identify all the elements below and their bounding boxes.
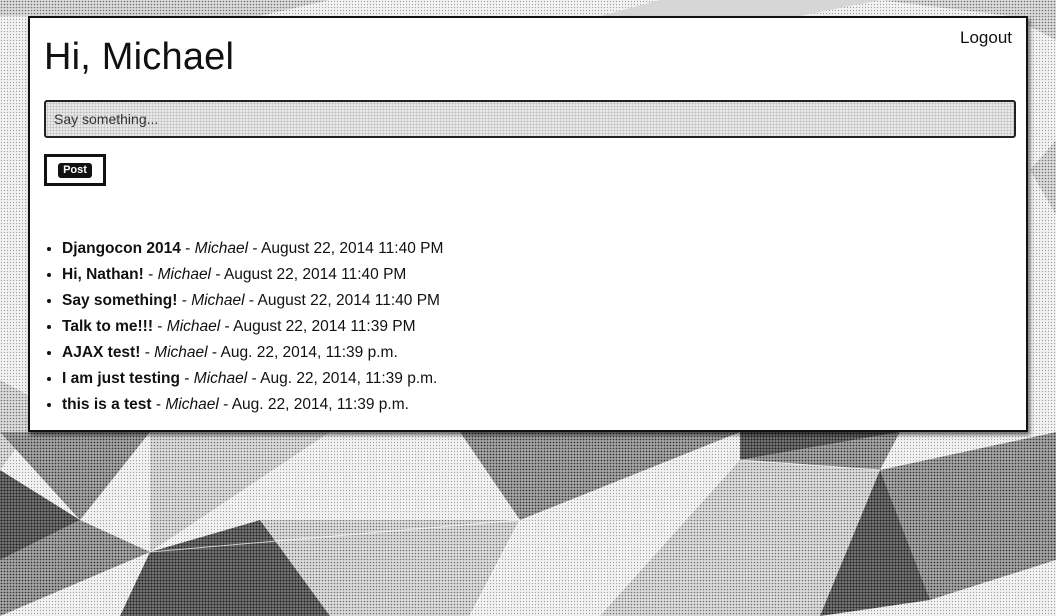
post-title: Say something! <box>62 292 178 309</box>
separator: - <box>218 396 232 413</box>
list-item: Djangocon 2014 - Michael - August 22, 20… <box>62 236 443 262</box>
separator: - <box>177 292 192 309</box>
separator: - <box>180 240 195 257</box>
page-title: Hi, Michael <box>44 36 235 78</box>
separator: - <box>247 370 261 387</box>
post-button[interactable]: Post <box>44 154 106 186</box>
post-timestamp: Aug. 22, 2014, 11:39 p.m. <box>231 396 409 413</box>
list-item: AJAX test! - Michael - Aug. 22, 2014, 11… <box>62 340 443 366</box>
separator: - <box>140 344 155 361</box>
list-item: this is a test - Michael - Aug. 22, 2014… <box>62 392 443 418</box>
separator: - <box>143 266 158 283</box>
post-title: Hi, Nathan! <box>62 266 144 283</box>
post-author: Michael <box>194 240 249 257</box>
post-author: Michael <box>166 318 221 335</box>
post-title: Djangocon 2014 <box>62 240 181 257</box>
list-item: Say something! - Michael - August 22, 20… <box>62 288 443 314</box>
post-title: I am just testing <box>62 370 180 387</box>
post-author: Michael <box>193 370 248 387</box>
separator: - <box>151 396 166 413</box>
separator: - <box>180 370 194 387</box>
post-title: this is a test <box>62 396 152 413</box>
post-timestamp: August 22, 2014 11:40 PM <box>261 240 444 257</box>
main-card: Logout Hi, Michael Post Djangocon 2014 -… <box>28 16 1028 432</box>
post-timestamp: Aug. 22, 2014, 11:39 p.m. <box>220 344 398 361</box>
post-timestamp: Aug. 22, 2014, 11:39 p.m. <box>260 370 438 387</box>
post-author: Michael <box>154 344 208 361</box>
list-item: Talk to me!!! - Michael - August 22, 201… <box>62 314 443 340</box>
list-item: I am just testing - Michael - Aug. 22, 2… <box>62 366 443 392</box>
post-author: Michael <box>191 292 245 309</box>
post-timestamp: August 22, 2014 11:40 PM <box>223 266 407 283</box>
separator: - <box>207 344 221 361</box>
post-list: Djangocon 2014 - Michael - August 22, 20… <box>44 236 443 418</box>
logout-link[interactable]: Logout <box>960 28 1012 48</box>
list-item: Hi, Nathan! - Michael - August 22, 2014 … <box>62 262 443 288</box>
separator: - <box>220 318 234 335</box>
separator: - <box>153 318 167 335</box>
post-title: Talk to me!!! <box>62 318 153 335</box>
post-timestamp: August 22, 2014 11:39 PM <box>233 318 416 335</box>
post-title: AJAX test! <box>62 344 141 361</box>
post-author: Michael <box>157 266 212 283</box>
separator: - <box>244 292 258 309</box>
post-button-label: Post <box>58 162 92 178</box>
post-author: Michael <box>165 396 219 413</box>
say-something-input[interactable] <box>44 100 1016 138</box>
post-timestamp: August 22, 2014 11:40 PM <box>257 292 440 309</box>
separator: - <box>248 240 261 257</box>
separator: - <box>211 266 224 283</box>
